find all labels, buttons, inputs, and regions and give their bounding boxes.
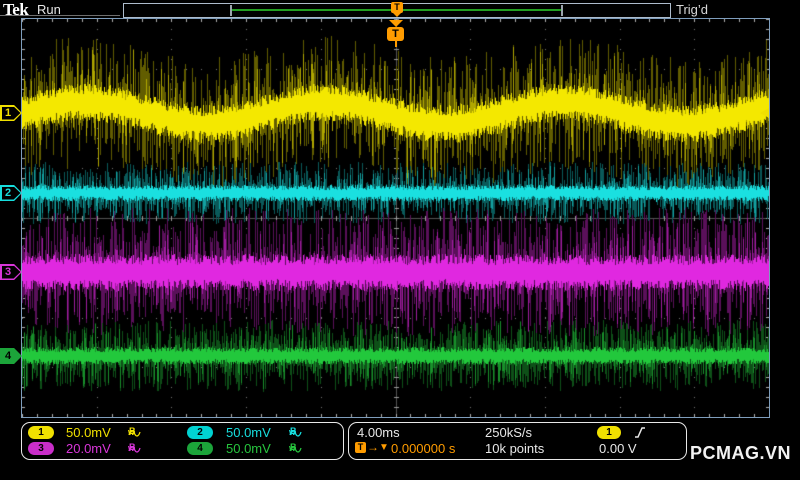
- channel-4-marker[interactable]: 4: [0, 348, 22, 364]
- record-length-readout: 10k points: [485, 441, 545, 456]
- channel-2-scale: 50.0mV: [226, 425, 271, 440]
- record-window-bracket-right: [561, 5, 563, 16]
- channel-2-badge[interactable]: 2: [187, 426, 213, 439]
- trigger-position-readout: 0.000000 s: [391, 441, 456, 456]
- channel-1-marker-label: 1: [4, 107, 12, 119]
- channel-3-badge[interactable]: 3: [28, 442, 54, 455]
- oscilloscope-screen: Tek Run T Trig’d T 1 2 3 4 1 50.0mV B W …: [0, 0, 800, 480]
- trigger-t-icon: T: [391, 2, 403, 13]
- channel-3-marker[interactable]: 3: [0, 264, 22, 280]
- graticule: T: [21, 18, 770, 418]
- channel-1-marker[interactable]: 1: [0, 105, 22, 121]
- triangle-down-icon: ▼: [379, 442, 389, 453]
- channel-3-scale: 20.0mV: [66, 441, 111, 456]
- channel-2-marker-label: 2: [4, 187, 12, 199]
- channel-readouts-box: 1 50.0mV BW 2 50.0mV BW 3 20.0mV BW 4 50…: [21, 422, 344, 460]
- channel-4-coupling-bw-icon: BW: [289, 442, 302, 454]
- trigger-level-readout: 0.00 V: [599, 441, 637, 456]
- trigger-position-marker[interactable]: T: [375, 20, 416, 47]
- channel-2-coupling-bw-icon: BW: [289, 426, 302, 438]
- trigger-t-icon: T: [387, 27, 404, 41]
- waveform-display: [22, 19, 769, 417]
- triangle-down-icon: [388, 20, 403, 27]
- channel-2-marker[interactable]: 2: [0, 185, 22, 201]
- sample-rate-readout: 250kS/s: [485, 425, 532, 440]
- trigger-marker-stem: [394, 41, 397, 47]
- record-trigger-marker[interactable]: T: [391, 2, 403, 17]
- acquisition-record-bar: T: [123, 2, 671, 18]
- watermark: PCMAG.VN: [690, 443, 792, 463]
- channel-1-coupling-bw-icon: BW: [128, 426, 141, 438]
- horizontal-trigger-readouts-box: 4.00ms 250kS/s 1 T → ▼ 0.000000 s 10k po…: [348, 422, 687, 460]
- trigger-t-icon: T: [355, 442, 366, 453]
- trigger-source-badge[interactable]: 1: [597, 426, 621, 439]
- record-window-bracket-left: [230, 5, 232, 16]
- trigger-level-arrow-icon[interactable]: [760, 108, 769, 118]
- topbar-divider: [0, 15, 120, 16]
- trigger-status: Trig’d: [676, 2, 709, 17]
- triangle-down-icon: [393, 13, 401, 17]
- arrow-right-icon: →: [367, 440, 379, 454]
- timebase-readout: 4.00ms: [357, 425, 400, 440]
- channel-1-badge[interactable]: 1: [28, 426, 54, 439]
- channel-4-scale: 50.0mV: [226, 441, 271, 456]
- channel-4-marker-label: 4: [4, 350, 12, 362]
- channel-3-coupling-bw-icon: BW: [128, 442, 141, 454]
- channel-4-badge[interactable]: 4: [187, 442, 213, 455]
- channel-1-scale: 50.0mV: [66, 425, 111, 440]
- channel-3-marker-label: 3: [4, 266, 12, 278]
- tek-logo: Tek: [3, 0, 29, 19]
